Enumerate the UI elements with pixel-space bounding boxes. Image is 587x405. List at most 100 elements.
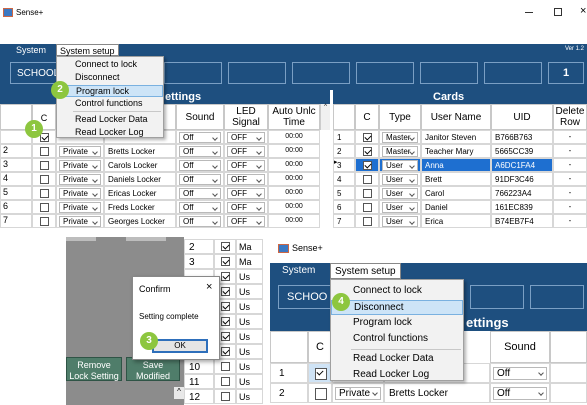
led-dropdown[interactable]: OFF — [227, 174, 265, 185]
row-checkbox[interactable] — [221, 287, 230, 296]
locker-col-led-header[interactable]: LED Signal — [224, 104, 268, 130]
type-dropdown[interactable]: Us — [236, 299, 263, 314]
locker-name[interactable]: Bretts Locker — [104, 144, 176, 158]
type-dropdown[interactable]: Ma — [236, 239, 263, 254]
uid-value[interactable]: B766B763 — [491, 130, 553, 144]
led-dropdown[interactable]: OFF — [227, 132, 265, 143]
uid-value[interactable]: 161EC839 — [491, 200, 553, 214]
setup-menu-item[interactable]: Read Locker Data — [57, 114, 163, 126]
setup-menu-item[interactable]: Connect to lock — [57, 59, 163, 71]
row-checkbox[interactable] — [40, 189, 49, 198]
locker-name[interactable]: Carols Locker — [104, 158, 176, 172]
uid-value[interactable]: 766223A4 — [491, 186, 553, 200]
type-dropdown[interactable]: Master — [382, 146, 418, 157]
br-toolbar-slot-2[interactable] — [530, 285, 584, 309]
row-checkbox[interactable] — [40, 161, 49, 170]
save-modified-button[interactable]: Save Modified — [126, 357, 180, 381]
type-dropdown[interactable]: Us — [236, 329, 263, 344]
setup-menu-item[interactable]: Program lock — [57, 85, 163, 97]
close-icon[interactable]: × — [580, 5, 586, 17]
row-checkbox[interactable] — [221, 347, 230, 356]
led-dropdown[interactable]: OFF — [227, 216, 265, 227]
row-checkbox[interactable] — [40, 147, 49, 156]
type-dropdown[interactable]: Private — [59, 146, 101, 157]
row-checkbox[interactable] — [363, 203, 372, 212]
br-col-extra-header[interactable] — [550, 331, 587, 363]
minimize-icon[interactable] — [525, 12, 533, 13]
row-checkbox[interactable] — [221, 362, 230, 371]
type-dropdown[interactable]: Private — [59, 160, 101, 171]
user-name[interactable]: Carol — [421, 186, 491, 200]
sound-dropdown[interactable]: Off — [179, 160, 221, 171]
auto-unlock-time[interactable]: 00:00 — [268, 158, 320, 172]
led-dropdown[interactable]: OFF — [227, 146, 265, 157]
delete-row-button[interactable]: - — [553, 144, 587, 158]
cards-col-user-header[interactable]: User Name — [421, 104, 491, 130]
setup-menu-item[interactable]: Read Locker Data — [331, 352, 463, 367]
locker-name[interactable]: Georges Locker — [104, 214, 176, 228]
row-checkbox[interactable] — [221, 242, 230, 251]
locker-scroll-up[interactable]: ^ — [320, 104, 330, 130]
setup-menu-item[interactable]: Control functions — [57, 98, 163, 110]
auto-unlock-time[interactable]: 00:00 — [268, 172, 320, 186]
type-dropdown[interactable]: User — [382, 188, 418, 199]
scroll-up-arrow[interactable]: ^ — [174, 387, 184, 399]
table-row[interactable]: 7 User Erica B74EB7F4- — [333, 214, 587, 228]
cards-col-type-header[interactable]: Type — [379, 104, 421, 130]
row-checkbox[interactable] — [221, 317, 230, 326]
row-checkbox[interactable] — [363, 147, 372, 156]
row-checkbox[interactable] — [40, 133, 49, 142]
locker-name[interactable]: Bretts Locker — [384, 383, 490, 403]
setup-menu-item[interactable]: Disconnect — [331, 300, 463, 315]
user-name[interactable]: Anna — [421, 158, 491, 172]
sound-dropdown[interactable]: Off — [493, 387, 547, 400]
led-dropdown[interactable]: OFF — [227, 202, 265, 213]
delete-row-button[interactable]: - — [553, 158, 587, 172]
confirm-close-icon[interactable]: × — [206, 281, 212, 293]
type-dropdown[interactable]: Private — [59, 188, 101, 199]
row-checkbox[interactable] — [363, 133, 372, 142]
row-checkbox[interactable] — [221, 272, 230, 281]
br-menu-system[interactable]: System — [282, 265, 315, 276]
row-checkbox[interactable] — [40, 175, 49, 184]
row-checkbox[interactable] — [363, 161, 372, 170]
row-checkbox[interactable] — [363, 189, 372, 198]
table-row[interactable]: 3 User Anna A6DC1FA4- — [333, 158, 587, 172]
table-row[interactable]: 6 User Daniel 161EC839- — [333, 200, 587, 214]
row-checkbox[interactable] — [363, 175, 372, 184]
sound-dropdown[interactable]: Off — [179, 132, 221, 143]
toolbar-slot-2[interactable] — [228, 62, 286, 84]
type-dropdown[interactable]: Us — [236, 284, 263, 299]
sound-dropdown[interactable]: Off — [179, 202, 221, 213]
user-name[interactable]: Erica — [421, 214, 491, 228]
user-name[interactable]: Daniel — [421, 200, 491, 214]
uid-value[interactable]: B74EB7F4 — [491, 214, 553, 228]
setup-menu-item[interactable]: Read Locker Log — [57, 127, 163, 139]
delete-row-button[interactable]: - — [553, 214, 587, 228]
confirm-ok-button[interactable]: OK — [152, 339, 208, 353]
delete-row-button[interactable]: - — [553, 172, 587, 186]
cards-col-uid-header[interactable]: UID — [491, 104, 553, 130]
type-dropdown[interactable]: User — [382, 202, 418, 213]
locker-name[interactable]: Ericas Locker — [104, 186, 176, 200]
auto-unlock-time[interactable]: 00:00 — [268, 200, 320, 214]
menu-system[interactable]: System — [16, 45, 46, 55]
led-dropdown[interactable]: OFF — [227, 160, 265, 171]
sound-dropdown[interactable]: Off — [493, 367, 547, 380]
sound-dropdown[interactable]: Off — [179, 146, 221, 157]
table-row[interactable]: 1 Master Janitor Steven B766B763- — [333, 130, 587, 144]
setup-menu-item[interactable]: Connect to lock — [331, 284, 463, 299]
br-col-sound-header[interactable]: Sound — [490, 331, 550, 363]
sound-dropdown[interactable]: Off — [179, 188, 221, 199]
uid-value[interactable]: 5665CC39 — [491, 144, 553, 158]
toolbar-slot-5[interactable] — [420, 62, 478, 84]
user-name[interactable]: Janitor Steven — [421, 130, 491, 144]
toolbar-slot-1[interactable] — [164, 62, 222, 84]
type-dropdown[interactable]: Private — [335, 387, 381, 400]
type-dropdown[interactable]: Ma — [236, 254, 263, 269]
br-col-c-header[interactable]: C — [308, 331, 332, 363]
maximize-icon[interactable] — [554, 8, 562, 16]
type-dropdown[interactable]: Us — [236, 269, 263, 284]
br-toolbar-slot-1[interactable] — [470, 285, 524, 309]
table-row[interactable]: 5 User Carol 766223A4- — [333, 186, 587, 200]
